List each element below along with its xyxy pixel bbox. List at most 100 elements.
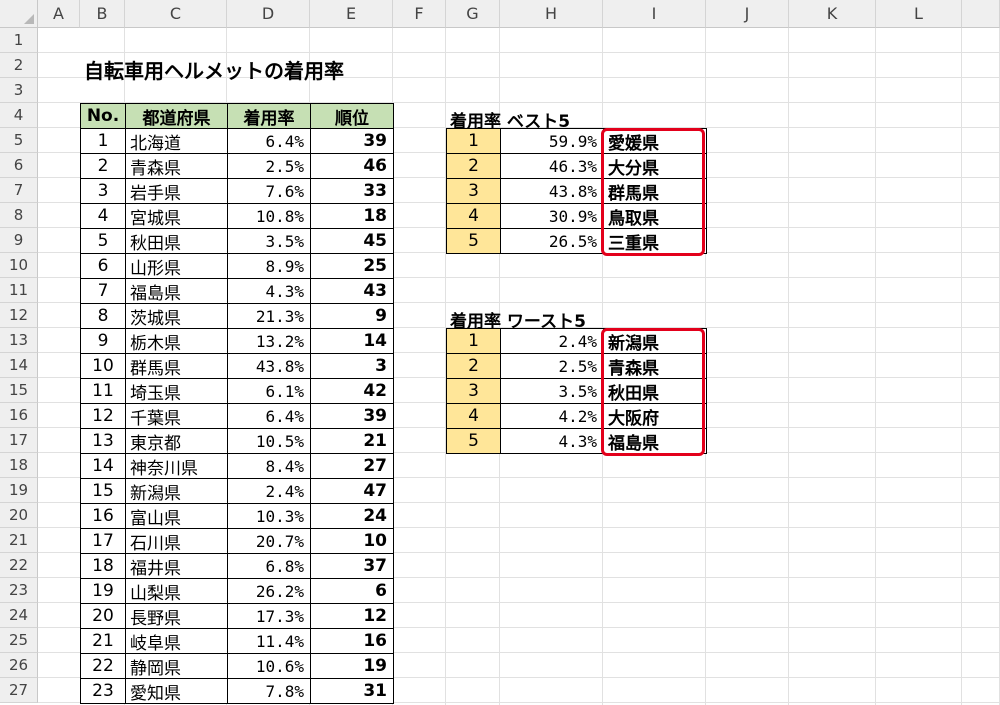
row-header-25[interactable]: 25 [0,628,38,653]
main-rate-cell[interactable]: 6.4% [227,403,311,429]
main-rank-cell[interactable]: 25 [310,253,394,279]
column-header-c[interactable]: C [125,0,227,28]
main-prefecture-cell[interactable]: 福島県 [125,278,228,304]
best5-rate-cell[interactable]: 43.8% [500,178,604,204]
main-rank-cell[interactable]: 6 [310,578,394,604]
main-no-cell[interactable]: 5 [80,228,126,254]
main-no-cell[interactable]: 20 [80,603,126,629]
main-no-cell[interactable]: 13 [80,428,126,454]
main-rank-cell[interactable]: 37 [310,553,394,579]
worst5-rank-cell[interactable]: 1 [446,328,501,354]
column-header-i[interactable]: I [603,0,706,28]
best5-rate-cell[interactable]: 46.3% [500,153,604,179]
main-rank-cell[interactable]: 14 [310,328,394,354]
main-rank-cell[interactable]: 9 [310,303,394,329]
main-no-cell[interactable]: 17 [80,528,126,554]
main-prefecture-cell[interactable]: 茨城県 [125,303,228,329]
column-header-g[interactable]: G [446,0,500,28]
main-no-cell[interactable]: 22 [80,653,126,679]
main-rate-cell[interactable]: 11.4% [227,628,311,654]
main-rank-cell[interactable]: 12 [310,603,394,629]
row-header-10[interactable]: 10 [0,253,38,278]
main-prefecture-cell[interactable]: 秋田県 [125,228,228,254]
worst5-rank-cell[interactable]: 4 [446,403,501,429]
row-header-1[interactable]: 1 [0,28,38,53]
main-rate-cell[interactable]: 2.5% [227,153,311,179]
main-no-cell[interactable]: 11 [80,378,126,404]
row-header-23[interactable]: 23 [0,578,38,603]
main-no-cell[interactable]: 14 [80,453,126,479]
main-prefecture-cell[interactable]: 岐阜県 [125,628,228,654]
main-prefecture-cell[interactable]: 山形県 [125,253,228,279]
row-header-14[interactable]: 14 [0,353,38,378]
row-header-3[interactable]: 3 [0,78,38,103]
column-header-j[interactable]: J [706,0,789,28]
main-prefecture-cell[interactable]: 石川県 [125,528,228,554]
worst5-rate-cell[interactable]: 2.4% [500,328,604,354]
main-rank-cell[interactable]: 16 [310,628,394,654]
column-header-k[interactable]: K [789,0,876,28]
main-rank-cell[interactable]: 19 [310,653,394,679]
sheet-title[interactable]: 自転車用ヘルメットの着用率 [84,55,344,84]
row-header-12[interactable]: 12 [0,303,38,328]
main-rate-cell[interactable]: 10.8% [227,203,311,229]
main-no-cell[interactable]: 18 [80,553,126,579]
main-rank-cell[interactable]: 33 [310,178,394,204]
row-header-7[interactable]: 7 [0,178,38,203]
main-rate-cell[interactable]: 10.6% [227,653,311,679]
column-header-d[interactable]: D [227,0,310,28]
main-no-cell[interactable]: 12 [80,403,126,429]
main-prefecture-cell[interactable]: 宮城県 [125,203,228,229]
main-no-cell[interactable]: 6 [80,253,126,279]
row-header-20[interactable]: 20 [0,503,38,528]
main-prefecture-cell[interactable]: 千葉県 [125,403,228,429]
main-header-3[interactable]: 順位 [310,103,394,129]
best5-rank-cell[interactable]: 3 [446,178,501,204]
main-rank-cell[interactable]: 39 [310,128,394,154]
best5-rate-cell[interactable]: 30.9% [500,203,604,229]
worst5-rank-cell[interactable]: 3 [446,378,501,404]
row-header-4[interactable]: 4 [0,103,38,128]
main-no-cell[interactable]: 19 [80,578,126,604]
main-no-cell[interactable]: 10 [80,353,126,379]
main-rate-cell[interactable]: 7.8% [227,678,311,704]
main-prefecture-cell[interactable]: 青森県 [125,153,228,179]
main-prefecture-cell[interactable]: 栃木県 [125,328,228,354]
main-rank-cell[interactable]: 10 [310,528,394,554]
worst5-rate-cell[interactable]: 3.5% [500,378,604,404]
row-header-18[interactable]: 18 [0,453,38,478]
row-header-24[interactable]: 24 [0,603,38,628]
main-rate-cell[interactable]: 10.5% [227,428,311,454]
best5-rank-cell[interactable]: 1 [446,128,501,154]
main-no-cell[interactable]: 23 [80,678,126,704]
row-header-22[interactable]: 22 [0,553,38,578]
main-no-cell[interactable]: 2 [80,153,126,179]
main-rate-cell[interactable]: 21.3% [227,303,311,329]
main-rank-cell[interactable]: 47 [310,478,394,504]
main-prefecture-cell[interactable]: 愛知県 [125,678,228,704]
main-prefecture-cell[interactable]: 神奈川県 [125,453,228,479]
main-header-2[interactable]: 着用率 [227,103,311,129]
main-rate-cell[interactable]: 6.4% [227,128,311,154]
best5-rate-cell[interactable]: 59.9% [500,128,604,154]
main-rank-cell[interactable]: 3 [310,353,394,379]
main-rate-cell[interactable]: 4.3% [227,278,311,304]
row-header-16[interactable]: 16 [0,403,38,428]
main-rank-cell[interactable]: 46 [310,153,394,179]
worst5-rate-cell[interactable]: 4.3% [500,428,604,454]
worst5-rank-cell[interactable]: 2 [446,353,501,379]
column-header-f[interactable]: F [393,0,446,28]
main-rate-cell[interactable]: 13.2% [227,328,311,354]
main-rate-cell[interactable]: 8.9% [227,253,311,279]
column-header-a[interactable]: A [38,0,80,28]
main-rank-cell[interactable]: 21 [310,428,394,454]
main-no-cell[interactable]: 21 [80,628,126,654]
main-no-cell[interactable]: 7 [80,278,126,304]
row-header-13[interactable]: 13 [0,328,38,353]
worst5-rank-cell[interactable]: 5 [446,428,501,454]
main-no-cell[interactable]: 3 [80,178,126,204]
main-rank-cell[interactable]: 42 [310,378,394,404]
column-header-m[interactable] [962,0,1000,28]
column-header-b[interactable]: B [80,0,125,28]
row-header-17[interactable]: 17 [0,428,38,453]
